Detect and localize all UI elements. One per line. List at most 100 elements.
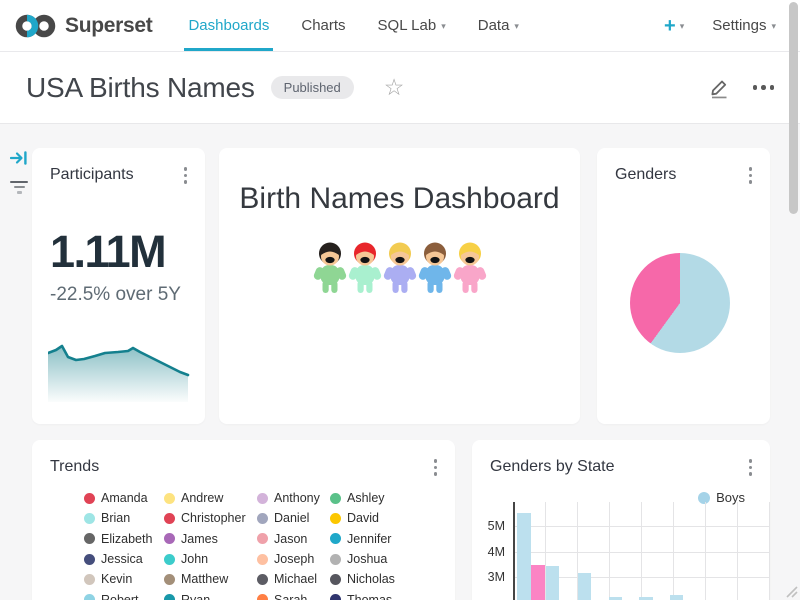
favorite-star-icon[interactable]: ☆	[384, 76, 405, 99]
legend-item-matthew[interactable]: Matthew	[164, 569, 257, 589]
legend-label: John	[181, 552, 208, 566]
nav-tab-charts[interactable]: Charts	[299, 0, 347, 51]
big-number-value: 1.11M	[50, 226, 165, 278]
new-item-button[interactable]: + ▾	[664, 16, 684, 36]
legend-item-kevin[interactable]: Kevin	[84, 569, 164, 589]
legend-item-brian[interactable]: Brian	[84, 508, 164, 528]
nav-tab-data[interactable]: Data ▾	[476, 0, 521, 51]
legend-item-joseph[interactable]: Joseph	[257, 549, 330, 569]
pencil-icon	[709, 77, 729, 99]
nav-label: Charts	[301, 17, 345, 34]
left-rail	[8, 150, 30, 196]
legend-item-anthony[interactable]: Anthony	[257, 488, 330, 508]
edit-dashboard-button[interactable]	[709, 77, 729, 99]
legend-swatch	[330, 574, 341, 585]
legend-item-christopher[interactable]: Christopher	[164, 508, 257, 528]
genders-by-state-bar-chart[interactable]: 5M4M3M	[472, 440, 770, 600]
infinity-logo-icon	[14, 12, 58, 40]
legend-item-jessica[interactable]: Jessica	[84, 549, 164, 569]
card-genders-by-state: Genders by State Boys 5M4M3M	[472, 440, 770, 600]
published-badge[interactable]: Published	[271, 76, 354, 99]
bar-girl[interactable]	[531, 565, 545, 600]
legend-label: Jason	[274, 532, 307, 546]
legend-item-joshua[interactable]: Joshua	[330, 549, 415, 569]
legend-swatch	[164, 493, 175, 504]
legend-item-jason[interactable]: Jason	[257, 529, 330, 549]
legend-label: Joshua	[347, 552, 387, 566]
legend-item-david[interactable]: David	[330, 508, 415, 528]
legend-swatch	[330, 594, 341, 600]
card-title: Participants	[50, 166, 134, 184]
more-actions-button[interactable]	[753, 85, 775, 90]
legend-label: Matthew	[181, 572, 228, 586]
legend-item-andrew[interactable]: Andrew	[164, 488, 257, 508]
resize-grip-icon[interactable]	[783, 583, 798, 598]
caret-down-icon: ▾	[514, 22, 519, 31]
nav-tab-sql-lab[interactable]: SQL Lab ▾	[376, 0, 448, 51]
legend-item-robert[interactable]: Robert	[84, 589, 164, 600]
bar-boy[interactable]	[670, 595, 684, 600]
bar-boy[interactable]	[578, 573, 592, 600]
dashboard-header: USA Births Names Published ☆	[0, 52, 800, 124]
filter-icon[interactable]	[8, 179, 30, 196]
navbar: Superset Dashboards Charts SQL Lab ▾ Dat…	[0, 0, 800, 52]
dashboard-grid: Participants 1.11M -22.5% over 5Y Birth …	[0, 124, 800, 600]
legend-label: Joseph	[274, 552, 314, 566]
legend-item-ryan[interactable]: Ryan	[164, 589, 257, 600]
legend-item-jennifer[interactable]: Jennifer	[330, 529, 415, 549]
kebab-menu-icon[interactable]	[743, 164, 759, 187]
expand-filter-bar-icon[interactable]	[10, 150, 29, 166]
legend-label: Brian	[101, 511, 130, 525]
settings-menu[interactable]: Settings ▾	[710, 17, 778, 34]
legend-swatch	[330, 533, 341, 544]
legend-item-michael[interactable]: Michael	[257, 569, 330, 589]
legend-item-daniel[interactable]: Daniel	[257, 508, 330, 528]
legend-item-amanda[interactable]: Amanda	[84, 488, 164, 508]
legend-swatch	[257, 554, 268, 565]
kebab-menu-icon[interactable]	[428, 456, 444, 479]
legend-label: Thomas	[347, 593, 392, 600]
legend-label: Robert	[101, 593, 139, 600]
legend-label: David	[347, 511, 379, 525]
legend-item-sarah[interactable]: Sarah	[257, 589, 330, 600]
nav-label: Dashboards	[188, 17, 269, 34]
legend-swatch	[164, 554, 175, 565]
legend-item-ashley[interactable]: Ashley	[330, 488, 415, 508]
kid-figure	[453, 241, 487, 294]
legend-swatch	[84, 533, 95, 544]
legend-label: Elizabeth	[101, 532, 152, 546]
kebab-menu-icon[interactable]	[178, 164, 194, 187]
kid-figure	[418, 241, 452, 294]
card-trends: Trends Amanda Andrew Anthony Ashley Bria…	[32, 440, 455, 600]
markdown-heading: Birth Names Dashboard	[219, 182, 580, 216]
legend-label: Jessica	[101, 552, 143, 566]
legend-label: Daniel	[274, 511, 309, 525]
page-title: USA Births Names	[26, 72, 255, 104]
header-actions	[709, 77, 775, 99]
nav-label: SQL Lab	[378, 17, 437, 34]
bar-boy[interactable]	[517, 513, 531, 600]
legend-label: James	[181, 532, 218, 546]
nav-tab-dashboards[interactable]: Dashboards	[186, 0, 271, 51]
genders-pie-chart[interactable]	[630, 253, 730, 353]
legend-swatch	[257, 533, 268, 544]
legend-label: Anthony	[274, 491, 320, 505]
legend-item-elizabeth[interactable]: Elizabeth	[84, 529, 164, 549]
legend-label: Andrew	[181, 491, 223, 505]
legend-item-james[interactable]: James	[164, 529, 257, 549]
legend-label: Sarah	[274, 593, 307, 600]
plus-icon: +	[664, 16, 676, 36]
caret-down-icon: ▾	[441, 22, 446, 31]
legend-label: Jennifer	[347, 532, 391, 546]
legend-swatch	[257, 594, 268, 600]
legend-item-nicholas[interactable]: Nicholas	[330, 569, 415, 589]
legend-label: Amanda	[101, 491, 148, 505]
legend-item-john[interactable]: John	[164, 549, 257, 569]
legend-item-thomas[interactable]: Thomas	[330, 589, 415, 600]
kid-figure	[313, 241, 347, 294]
superset-logo[interactable]: Superset	[0, 12, 152, 40]
caret-down-icon: ▾	[680, 22, 685, 31]
bar-boy[interactable]	[546, 566, 560, 600]
vertical-scrollbar[interactable]	[789, 2, 798, 214]
legend-swatch	[257, 513, 268, 524]
